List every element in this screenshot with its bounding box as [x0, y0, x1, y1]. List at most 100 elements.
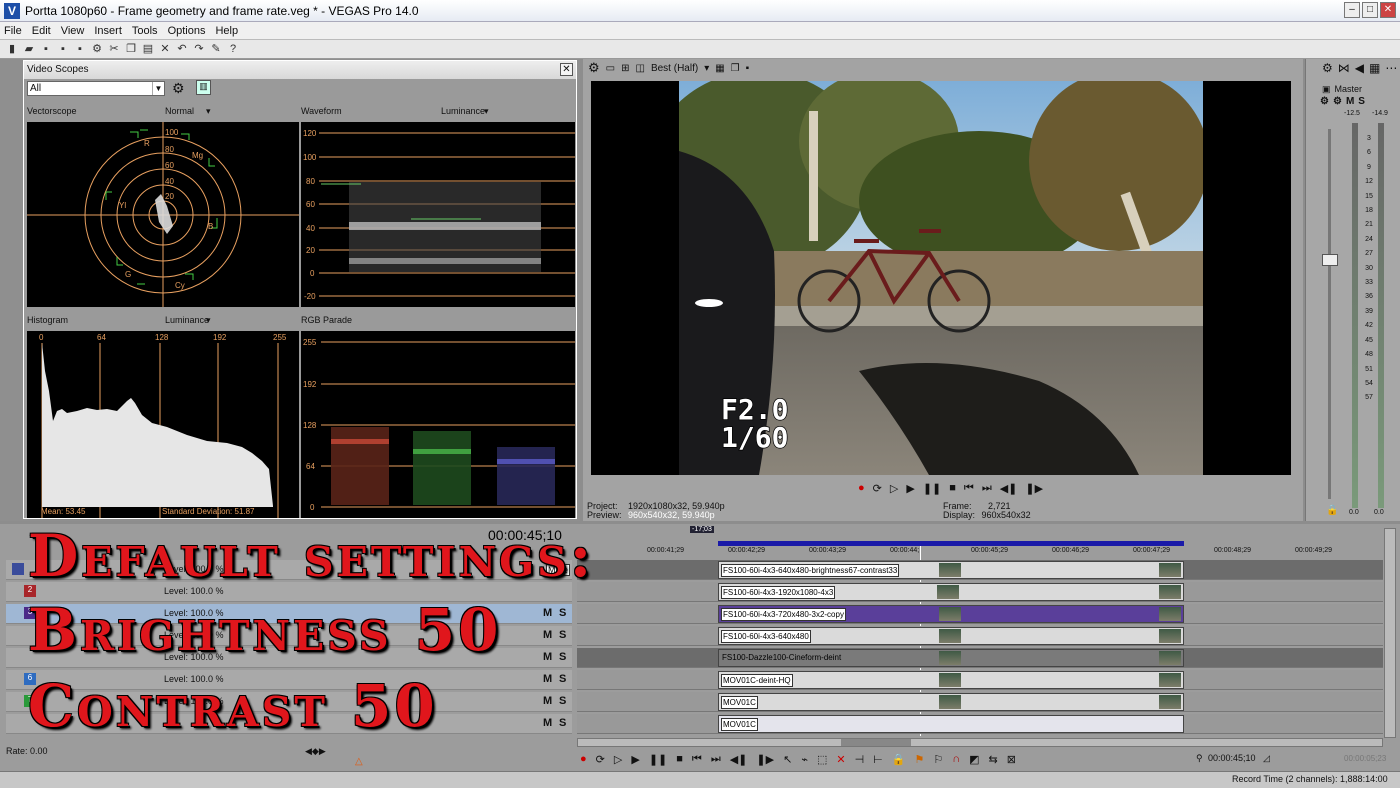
- go-to-end-icon[interactable]: ⏭: [711, 753, 721, 766]
- menu-insert[interactable]: Insert: [94, 25, 122, 37]
- paste-icon[interactable]: ▤: [142, 43, 154, 55]
- timeline-clip[interactable]: MOV01C-deint-HQ: [718, 671, 1184, 689]
- go-to-start-icon[interactable]: ⏮: [692, 753, 702, 766]
- delete-icon[interactable]: ✕: [159, 43, 171, 55]
- histogram-mode[interactable]: Luminance: [165, 315, 209, 325]
- overlay-icon[interactable]: ◫: [636, 63, 645, 74]
- play-from-start-icon[interactable]: ▷: [890, 482, 898, 495]
- track-solo-button[interactable]: S: [559, 673, 566, 685]
- track-header[interactable]: Level: 100.0 % M S: [6, 648, 572, 668]
- mixer-more-icon[interactable]: ⋯: [1385, 61, 1397, 75]
- open-icon[interactable]: ▰: [23, 43, 35, 55]
- loop-region[interactable]: [718, 541, 1184, 546]
- prev-frame-icon[interactable]: ◀❚: [730, 753, 748, 766]
- track-mute-button[interactable]: M: [543, 607, 552, 619]
- track-solo-button[interactable]: S: [559, 629, 566, 641]
- menu-tools[interactable]: Tools: [132, 25, 158, 37]
- envelope-tool-icon[interactable]: ⌁: [801, 753, 808, 766]
- preview-settings-icon[interactable]: ⚙: [588, 60, 600, 76]
- render-icon[interactable]: ▪: [74, 43, 86, 55]
- timeline-scrollbar[interactable]: [577, 738, 1383, 747]
- prev-frame-icon[interactable]: ◀❚: [1000, 482, 1018, 495]
- track-solo-button[interactable]: S: [559, 717, 566, 729]
- pause-icon[interactable]: ❚❚: [649, 753, 667, 766]
- vertical-scrollbar[interactable]: [1384, 528, 1396, 738]
- play-icon[interactable]: ▶: [906, 482, 914, 495]
- save-snapshot-icon[interactable]: ▪: [746, 63, 750, 74]
- track-header[interactable]: Level: 100.0 % M S: [6, 626, 572, 646]
- track-mute-button[interactable]: M: [543, 629, 552, 641]
- timeline-clip-selected[interactable]: FS100-60i-4x3-720x480-3x2-copy: [718, 605, 1184, 623]
- track-mute-button[interactable]: M: [543, 673, 552, 685]
- split-icon[interactable]: ⊢: [873, 753, 883, 766]
- normal-edit-tool-icon[interactable]: ↖: [783, 753, 792, 766]
- copy-snapshot-icon[interactable]: ❐: [731, 63, 740, 74]
- track-mute-button[interactable]: M: [543, 651, 552, 663]
- next-frame-icon[interactable]: ❚▶: [756, 753, 774, 766]
- new-icon[interactable]: ▮: [6, 43, 18, 55]
- master-solo-button[interactable]: S: [1358, 96, 1365, 107]
- loop-icon[interactable]: ⟳: [873, 482, 882, 495]
- next-frame-icon[interactable]: ❚▶: [1025, 482, 1043, 495]
- audio-clip[interactable]: MOV01C: [718, 715, 1184, 733]
- menu-help[interactable]: Help: [215, 25, 238, 37]
- timeline-clip[interactable]: FS100-60i-4x3-640x480: [718, 627, 1184, 645]
- timeline-clip[interactable]: MOV01C: [718, 693, 1184, 711]
- preview-quality-select[interactable]: Best (Half): [651, 63, 698, 74]
- track-header-selected[interactable]: 3 Level: 100.0 % M S: [6, 604, 572, 624]
- menu-view[interactable]: View: [61, 25, 85, 37]
- play-from-start-icon[interactable]: ▷: [614, 753, 622, 766]
- save-icon[interactable]: ▪: [40, 43, 52, 55]
- track-header[interactable]: 6 Level: 100.0 % M S: [6, 670, 572, 690]
- redo-icon[interactable]: ↷: [193, 43, 205, 55]
- region-icon[interactable]: ⚐: [933, 753, 943, 766]
- menu-edit[interactable]: Edit: [32, 25, 51, 37]
- maximize-button[interactable]: □: [1362, 2, 1378, 18]
- lock-icon[interactable]: 🔒: [892, 753, 906, 766]
- properties-icon[interactable]: ⚙: [91, 43, 103, 55]
- lock-envelopes-icon[interactable]: ⊠: [1007, 753, 1016, 766]
- go-to-start-icon[interactable]: ⏮: [964, 482, 974, 495]
- trim-icon[interactable]: ⊣: [855, 753, 865, 766]
- track-mute-button[interactable]: M: [543, 695, 552, 707]
- update-scopes-icon[interactable]: ▥: [196, 80, 211, 95]
- master-fader-handle[interactable]: [1322, 254, 1338, 266]
- track-solo-button[interactable]: S: [559, 607, 566, 619]
- scope-type-select[interactable]: All ▼: [27, 81, 165, 96]
- record-icon[interactable]: ●: [858, 482, 865, 495]
- stop-icon[interactable]: ■: [949, 482, 956, 495]
- grid-overlay-icon[interactable]: ▦: [715, 63, 724, 74]
- waveform-mode[interactable]: Luminance: [441, 106, 485, 116]
- track-header-audio[interactable]: MS: [6, 714, 572, 734]
- rate-slider-icon[interactable]: ◀◆▶: [305, 746, 326, 757]
- vectorscope-mode[interactable]: Normal: [165, 106, 194, 116]
- scopes-close-icon[interactable]: ✕: [560, 63, 573, 76]
- menu-file[interactable]: File: [4, 25, 22, 37]
- pause-icon[interactable]: ❚❚: [923, 482, 941, 495]
- mixer-insert-icon[interactable]: ◀: [1355, 61, 1364, 75]
- gear-icon[interactable]: ⚙: [172, 80, 185, 97]
- mixer-bus-icon[interactable]: ▦: [1369, 61, 1380, 75]
- track-solo-button[interactable]: S: [559, 695, 566, 707]
- external-monitor-icon[interactable]: ▭: [606, 63, 615, 74]
- auto-crossfade-icon[interactable]: ◩: [969, 753, 979, 766]
- lock-icon[interactable]: 🔒: [1326, 505, 1338, 516]
- copy-icon[interactable]: ❐: [125, 43, 137, 55]
- track-header[interactable]: 2 Level: 100.0 %: [6, 582, 572, 602]
- undo-icon[interactable]: ↶: [176, 43, 188, 55]
- menu-options[interactable]: Options: [168, 25, 206, 37]
- loop-icon[interactable]: ⟳: [596, 753, 605, 766]
- timeline-clip[interactable]: FS100-Dazzle100-Cineform-deint: [718, 649, 1184, 667]
- minimize-button[interactable]: –: [1344, 2, 1360, 18]
- timeline-clip[interactable]: FS100-60i-4x3-1920x1080-4x3: [718, 583, 1184, 601]
- ripple-edit-icon[interactable]: ⇆: [989, 753, 998, 766]
- go-to-end-icon[interactable]: ⏭: [982, 482, 992, 495]
- fx-icon[interactable]: ⚙: [1320, 96, 1329, 107]
- save-as-icon[interactable]: ▪: [57, 43, 69, 55]
- delete-icon[interactable]: ✕: [836, 753, 845, 766]
- track-header[interactable]: 7 Level: 100.0 % M S: [6, 692, 572, 712]
- fx2-icon[interactable]: ⚙: [1333, 96, 1342, 107]
- marker-icon[interactable]: ⚑: [914, 753, 924, 766]
- track-mute-button[interactable]: M: [543, 717, 552, 729]
- track-solo-button[interactable]: S: [559, 651, 566, 663]
